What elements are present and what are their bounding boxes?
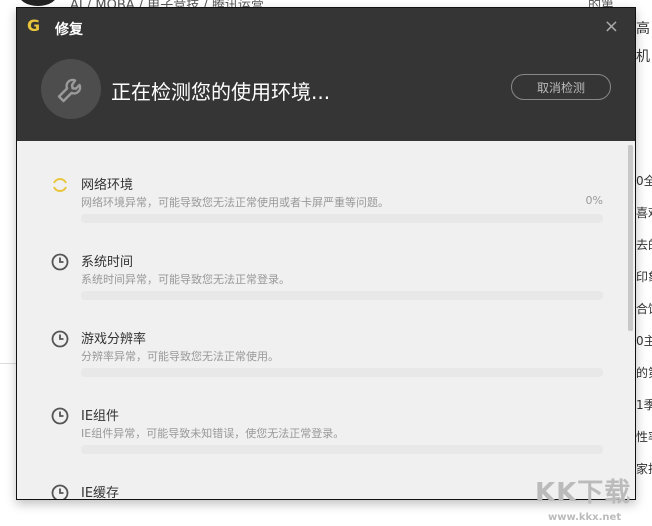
scrollbar[interactable] bbox=[628, 145, 633, 331]
check-list: 网络环境 网络环境异常，可能导致您无法正常使用或者卡屏严重等问题。 0% 系统时… bbox=[17, 141, 635, 499]
check-item-name: 网络环境 bbox=[81, 178, 134, 193]
check-item-name: 系统时间 bbox=[81, 255, 134, 270]
clock-icon bbox=[51, 407, 69, 425]
repair-dialog: G 修复 × 正在检测您的使用环境... 取消检测 网络环境 网络环境异常，可能… bbox=[16, 7, 636, 500]
background-text: 合饮 bbox=[636, 302, 652, 316]
check-item-desc: 网络环境异常，可能导致您无法正常使用或者卡屏严重等问题。 bbox=[81, 196, 389, 209]
background-text: 的第 bbox=[636, 366, 652, 380]
loading-spinner-icon bbox=[53, 178, 67, 192]
check-item-name: IE组件 bbox=[81, 409, 120, 424]
background-divider bbox=[0, 363, 16, 364]
dialog-title: 修复 bbox=[55, 22, 83, 38]
check-item-name: 游戏分辨率 bbox=[81, 332, 147, 347]
progress-bar bbox=[81, 214, 603, 223]
progress-bar bbox=[81, 291, 603, 300]
background-avatar bbox=[18, 0, 58, 6]
background-text: 家担 bbox=[636, 462, 652, 476]
background-text: 喜欢 bbox=[636, 206, 652, 220]
close-button[interactable]: × bbox=[604, 16, 619, 37]
check-item-desc: 系统时间异常，可能导致您无法正常登录。 bbox=[81, 273, 290, 286]
cancel-check-button[interactable]: 取消检测 bbox=[511, 74, 611, 100]
background-text: 0全 bbox=[636, 174, 652, 188]
check-item-percent: 0% bbox=[585, 194, 603, 207]
check-item-name: IE缓存 bbox=[81, 486, 120, 500]
background-text: 机 bbox=[636, 49, 650, 65]
watermark-logo: KK下载 bbox=[535, 478, 632, 508]
progress-bar bbox=[81, 368, 603, 377]
clock-icon bbox=[51, 330, 69, 348]
background-text: 印象 bbox=[636, 270, 652, 284]
clock-icon bbox=[51, 253, 69, 271]
dialog-header: G 修复 × 正在检测您的使用环境... 取消检测 bbox=[17, 8, 635, 141]
progress-bar bbox=[81, 445, 603, 454]
background-text: 高 bbox=[636, 21, 650, 37]
app-logo-icon: G bbox=[27, 16, 41, 35]
status-heading: 正在检测您的使用环境... bbox=[111, 80, 331, 104]
background-text: 0主 bbox=[636, 334, 652, 348]
watermark-url: www.kkx.net bbox=[548, 512, 622, 523]
clock-icon bbox=[51, 484, 69, 499]
background-text: 性率 bbox=[636, 430, 652, 444]
background-text: 1季 bbox=[636, 398, 652, 412]
background-text: 去的 bbox=[636, 238, 652, 252]
check-item-desc: 分辨率异常，可能导致您无法正常使用。 bbox=[81, 350, 279, 363]
check-item-desc: IE组件异常，可能导致未知错误，使您无法正常登录。 bbox=[81, 427, 345, 440]
wrench-icon bbox=[41, 59, 101, 119]
